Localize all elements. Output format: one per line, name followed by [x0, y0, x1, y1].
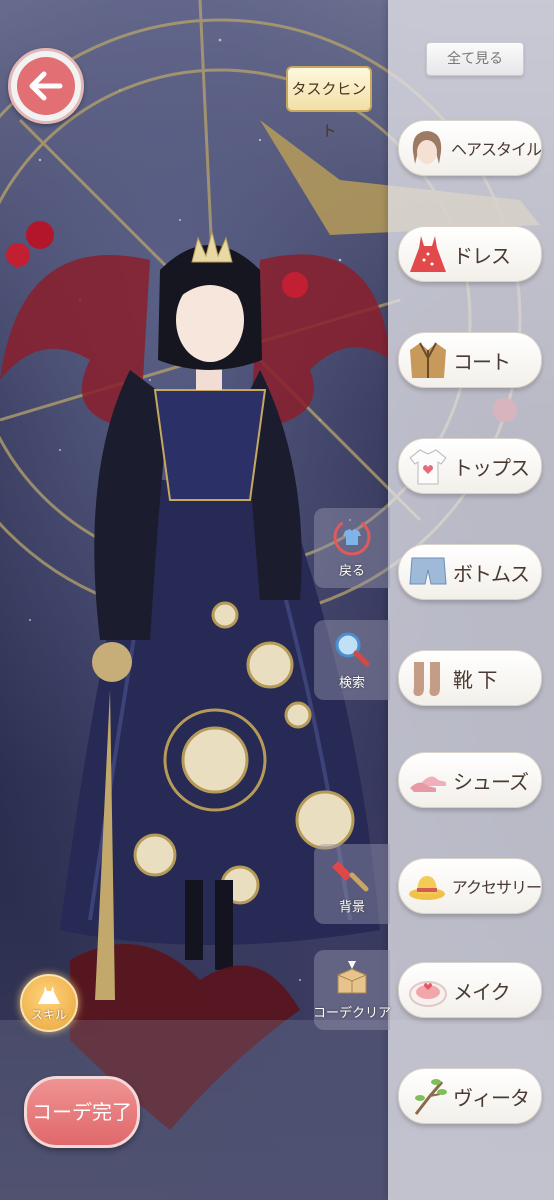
category-coat[interactable]: コート	[398, 332, 542, 388]
category-hairstyle[interactable]: ヘアスタイル	[398, 120, 542, 176]
background-button[interactable]: 背景	[314, 844, 390, 924]
task-hint-button[interactable]: タスクヒント	[286, 66, 372, 140]
back-button[interactable]	[8, 48, 84, 124]
tshirt-icon	[403, 441, 453, 491]
search-label: 検索	[338, 676, 365, 691]
hair-icon	[403, 123, 451, 173]
background-label: 背景	[338, 900, 365, 915]
category-shoes[interactable]: シューズ	[398, 752, 542, 808]
category-label: ヴィータ	[453, 1085, 530, 1110]
category-tops[interactable]: トップス	[398, 438, 542, 494]
compact-icon	[403, 965, 453, 1015]
category-accessories[interactable]: アクセサリー	[398, 858, 542, 914]
undo-shirt-icon	[332, 512, 372, 562]
clear-outfit-button[interactable]: コーデクリア	[313, 950, 392, 1030]
category-label: メイク	[453, 979, 511, 1004]
view-all-button[interactable]: 全て見る	[426, 42, 524, 76]
shorts-icon	[403, 547, 453, 597]
category-label: コート	[453, 349, 511, 374]
category-label: 靴 下	[453, 667, 497, 692]
category-label: ドレス	[453, 243, 511, 268]
dress-skill-icon	[38, 985, 60, 1004]
skill-label: スキル	[30, 1007, 67, 1022]
dress-icon	[403, 229, 453, 279]
category-panel	[388, 0, 554, 1200]
category-dress[interactable]: ドレス	[398, 226, 542, 282]
hat-icon	[403, 861, 452, 911]
coat-icon	[403, 335, 453, 385]
category-vita[interactable]: ヴィータ	[398, 1068, 542, 1124]
category-label: トップス	[453, 455, 530, 480]
category-bottoms[interactable]: ボトムス	[398, 544, 542, 600]
skill-button[interactable]: スキル	[20, 974, 78, 1032]
paintbrush-icon	[332, 848, 372, 898]
finish-outfit-button[interactable]: コーデ完了	[24, 1076, 140, 1148]
undo-button[interactable]: 戻る	[314, 508, 390, 588]
arrow-left-icon	[17, 57, 75, 115]
heels-icon	[403, 755, 453, 805]
category-label: ヘアスタイル	[450, 140, 542, 159]
search-icon	[332, 624, 372, 674]
category-label: シューズ	[453, 769, 529, 794]
category-label: ボトムス	[453, 561, 530, 586]
box-icon	[332, 954, 372, 1004]
search-button[interactable]: 検索	[314, 620, 390, 700]
socks-icon	[403, 653, 453, 703]
category-socks[interactable]: 靴 下	[398, 650, 542, 706]
branch-icon	[403, 1071, 453, 1121]
category-makeup[interactable]: メイク	[398, 962, 542, 1018]
undo-label: 戻る	[338, 564, 365, 579]
category-label: アクセサリー	[451, 878, 542, 897]
clear-label: コーデクリア	[313, 1006, 392, 1021]
